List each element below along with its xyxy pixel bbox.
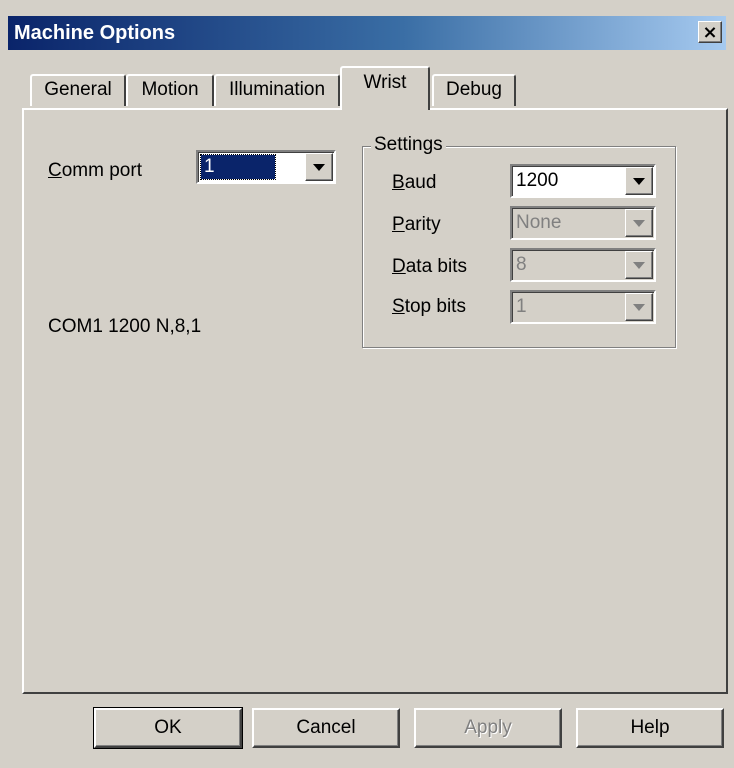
parity-value: None	[516, 212, 562, 233]
port-status-text: COM1 1200 N,8,1	[48, 316, 202, 337]
help-button[interactable]: Help	[576, 708, 724, 748]
data-bits-value: 8	[516, 254, 527, 275]
tab-general[interactable]: General	[30, 74, 126, 106]
parity-label: Parity	[392, 214, 441, 236]
chevron-down-icon	[625, 293, 653, 321]
comm-port-label: Comm port	[48, 160, 142, 182]
tab-strip: General Motion Illumination Wrist Debug	[0, 0, 734, 120]
comm-port-mnemonic: C	[48, 160, 62, 181]
chevron-down-icon	[625, 209, 653, 237]
baud-label-text: aud	[404, 172, 437, 193]
tab-wrist[interactable]: Wrist	[340, 66, 430, 110]
comm-port-select[interactable]: 1	[196, 150, 336, 184]
tab-illumination[interactable]: Illumination	[214, 74, 340, 106]
tab-label: Motion	[141, 79, 199, 100]
chevron-down-icon[interactable]	[625, 167, 653, 195]
chevron-down-icon	[625, 251, 653, 279]
stop-bits-label-text: top bits	[404, 296, 466, 317]
cancel-button-label: Cancel	[296, 717, 356, 738]
cancel-button[interactable]: Cancel	[252, 708, 400, 748]
stop-bits-select: 1	[510, 290, 656, 324]
tab-label: General	[44, 79, 112, 100]
apply-button: Apply	[414, 708, 562, 748]
baud-select[interactable]: 1200	[510, 164, 656, 198]
data-bits-label: Data bits	[392, 256, 467, 278]
parity-label-text: arity	[404, 214, 441, 235]
help-button-label: Help	[630, 717, 670, 738]
ok-button-label: OK	[154, 717, 182, 738]
data-bits-mnemonic: D	[392, 256, 406, 277]
baud-label: Baud	[392, 172, 436, 194]
data-bits-label-text: ata bits	[405, 256, 467, 277]
baud-value: 1200	[516, 170, 559, 191]
stop-bits-label: Stop bits	[392, 296, 466, 318]
chevron-down-icon[interactable]	[305, 153, 333, 181]
tab-label: Debug	[446, 79, 502, 100]
tab-label: Illumination	[228, 79, 326, 100]
tab-motion[interactable]: Motion	[126, 74, 214, 106]
settings-group-title: Settings	[371, 134, 446, 156]
comm-port-label-text: omm port	[61, 160, 142, 181]
ok-button[interactable]: OK	[93, 707, 243, 749]
data-bits-select: 8	[510, 248, 656, 282]
tab-debug[interactable]: Debug	[432, 74, 516, 106]
comm-port-value: 1	[200, 154, 276, 180]
parity-mnemonic: P	[392, 214, 405, 235]
tab-label: Wrist	[363, 72, 407, 93]
apply-button-label: Apply	[464, 717, 512, 738]
stop-bits-value: 1	[516, 296, 527, 317]
baud-mnemonic: B	[392, 172, 405, 193]
parity-select: None	[510, 206, 656, 240]
stop-bits-mnemonic: S	[392, 296, 405, 317]
